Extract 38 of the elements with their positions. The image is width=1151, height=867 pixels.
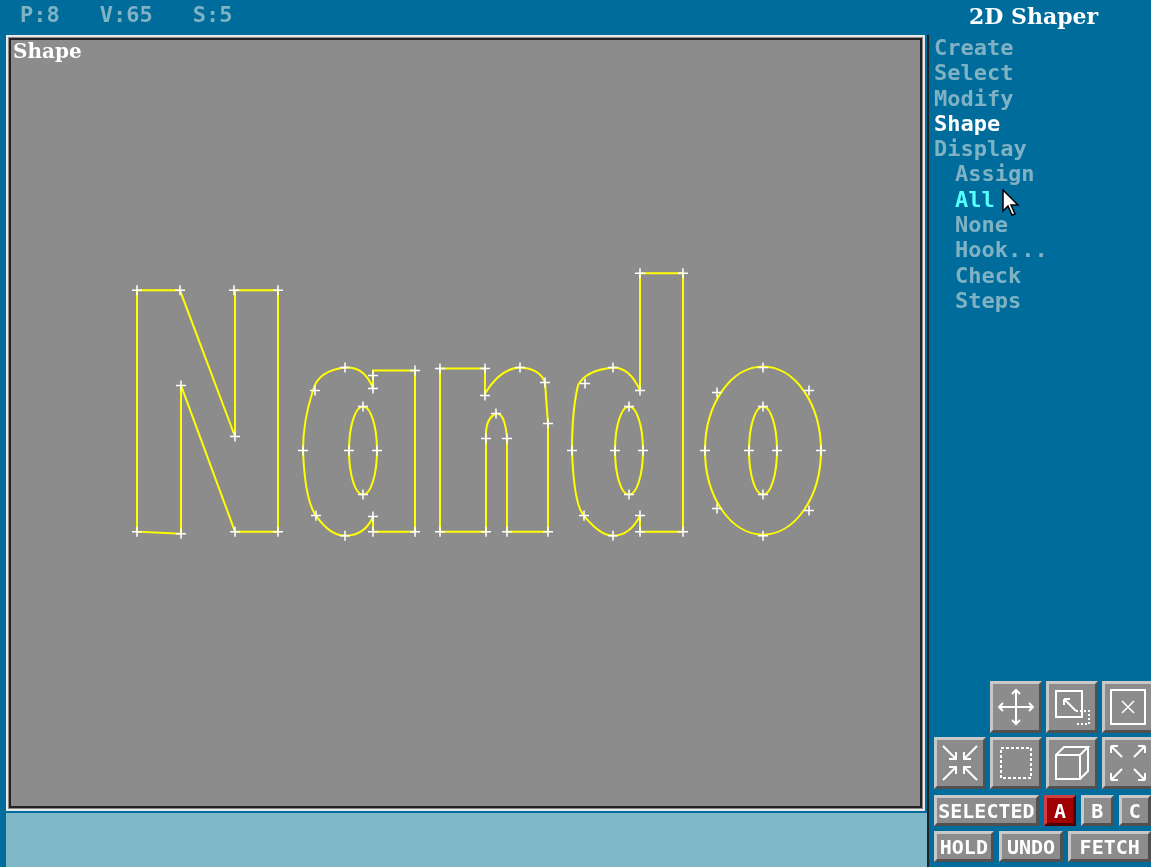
- zoom-out-button[interactable]: [1102, 737, 1151, 789]
- inward-arrows-icon: [940, 743, 980, 783]
- cube-icon: [1052, 743, 1092, 783]
- selection-set-button[interactable]: A: [1043, 795, 1077, 826]
- submenu-item[interactable]: Steps: [955, 287, 1022, 314]
- submenu-item[interactable]: Assign: [955, 161, 1035, 187]
- drawing-viewport[interactable]: Shape: [6, 35, 925, 811]
- menu-item[interactable]: Shape: [934, 110, 1001, 137]
- zoom-extents-button[interactable]: [1102, 681, 1151, 733]
- menu-item[interactable]: Modify: [934, 85, 1014, 111]
- region-button[interactable]: [990, 737, 1042, 789]
- status-readout: V:65: [99, 2, 153, 29]
- cube-view-button[interactable]: [1046, 737, 1098, 789]
- selection-set-button[interactable]: C: [1118, 795, 1151, 826]
- submenu-item[interactable]: None: [955, 212, 1008, 238]
- outward-arrows-icon: [1108, 743, 1148, 783]
- move-tool-button[interactable]: [990, 681, 1042, 733]
- submenu-item[interactable]: Check: [955, 262, 1022, 288]
- selection-set-button[interactable]: B: [1081, 795, 1114, 826]
- status-readout: S:5: [192, 2, 233, 29]
- zoom-window-button[interactable]: [1046, 681, 1098, 733]
- submenu-item[interactable]: Hook...: [955, 237, 1048, 263]
- viewport-label: Shape: [13, 39, 82, 63]
- action-button[interactable]: UNDO: [998, 831, 1064, 862]
- menu-item[interactable]: Create: [934, 35, 1014, 61]
- status-readout: P:8: [20, 2, 60, 29]
- window-arrow-icon: [1052, 687, 1092, 727]
- square-cross-icon: [1108, 687, 1148, 727]
- selected-button[interactable]: SELECTED: [934, 795, 1039, 826]
- menu-item[interactable]: Select: [934, 60, 1014, 86]
- program-title: 2D Shaper: [969, 3, 1099, 29]
- action-button[interactable]: HOLD: [934, 831, 994, 862]
- submenu-item[interactable]: All: [955, 186, 995, 213]
- mouse-pointer-icon: [1002, 189, 1020, 217]
- four-way-arrow-icon: [996, 687, 1036, 727]
- action-button[interactable]: FETCH: [1068, 831, 1151, 862]
- menu-item[interactable]: Display: [934, 136, 1027, 162]
- zoom-in-button[interactable]: [934, 737, 986, 789]
